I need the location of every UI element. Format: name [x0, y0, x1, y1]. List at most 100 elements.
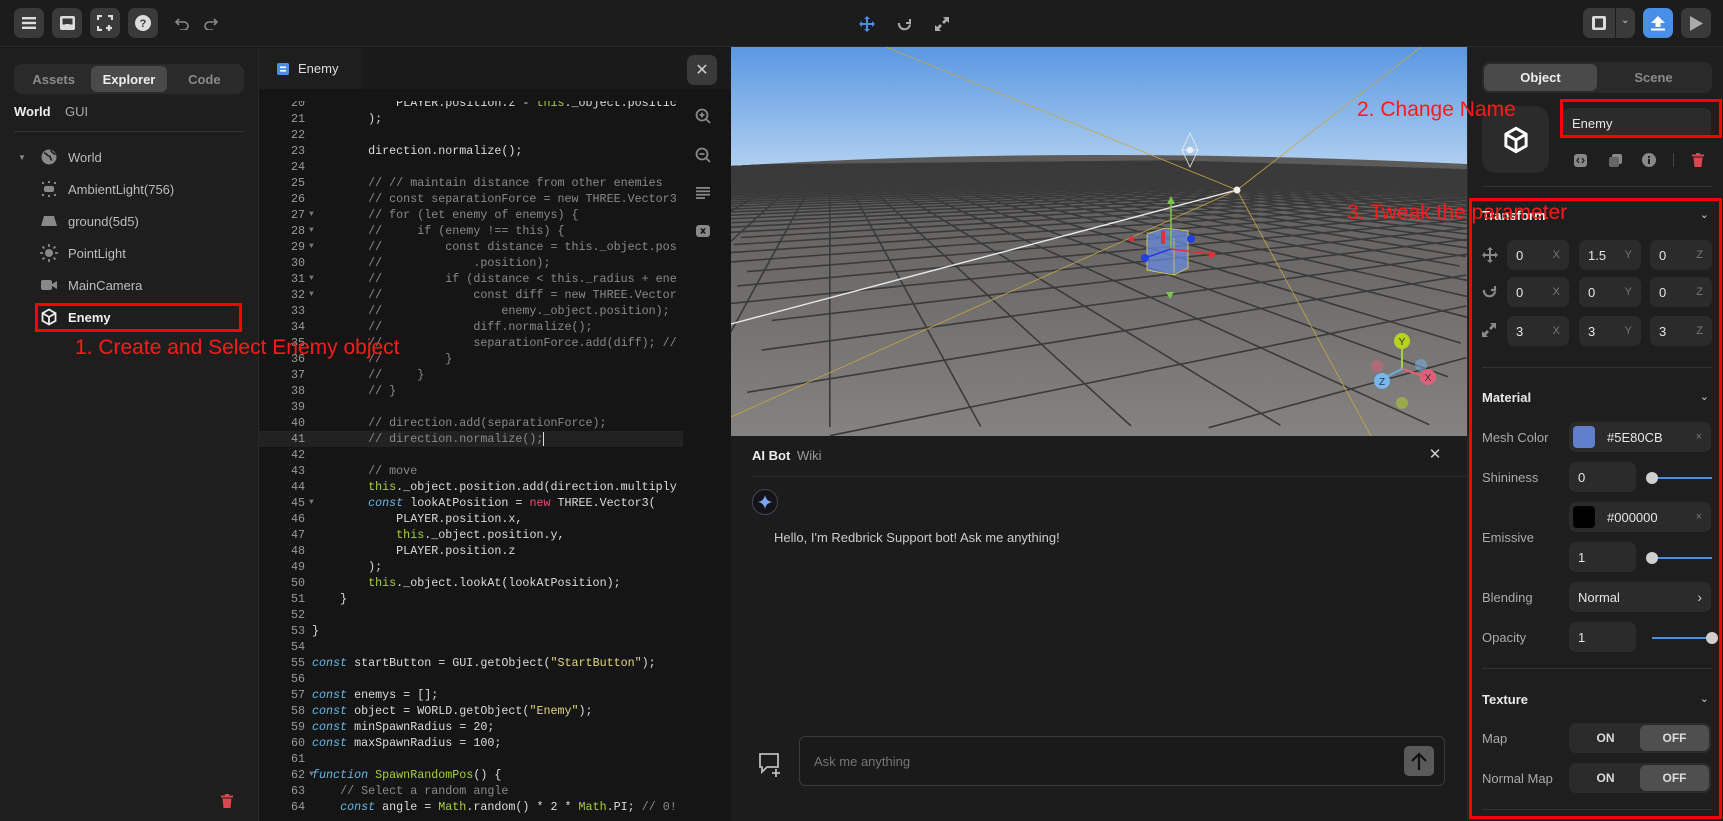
code-line[interactable]: 42	[259, 447, 683, 463]
code-line[interactable]: 45 ▼ const lookAtPosition = new THREE.Vec…	[259, 495, 683, 511]
code-line[interactable]: 22	[259, 127, 683, 143]
tree-item-point-light[interactable]: PointLight	[0, 239, 259, 267]
code-line[interactable]: 29 ▼ // const distance = this._object.pos	[259, 239, 683, 255]
code-line[interactable]: 56	[259, 671, 683, 687]
camera-helper[interactable]	[1233, 186, 1241, 194]
code-line[interactable]: 58 const object = WORLD.getObject("Enemy"…	[259, 703, 683, 719]
code-line[interactable]: 39	[259, 399, 683, 415]
subtab-gui[interactable]: GUI	[65, 104, 88, 119]
code-line[interactable]: 64 const angle = Math.random() * 2 * Mat…	[259, 799, 683, 815]
redo-button[interactable]	[202, 15, 220, 33]
code-line[interactable]: 20 PLAYER.position.z - this._object.posi…	[259, 101, 683, 111]
code-line[interactable]: 38 // }	[259, 383, 683, 399]
code-line[interactable]: 31 ▼ // if (distance < this._radius + ene	[259, 271, 683, 287]
rotate-tool-button[interactable]	[894, 14, 914, 34]
code-line[interactable]: 26 // const separationForce = new THREE.…	[259, 191, 683, 207]
code-text: const object = WORLD.getObject("Enemy");	[312, 704, 593, 718]
script-button[interactable]	[1572, 152, 1588, 168]
play-button[interactable]	[1681, 8, 1711, 38]
code-line[interactable]: 24	[259, 159, 683, 175]
tree-item-main-camera[interactable]: MainCamera	[0, 271, 259, 299]
code-line[interactable]: 49 );	[259, 559, 683, 575]
new-chat-button[interactable]	[756, 750, 784, 778]
tab-scene[interactable]: Scene	[1597, 64, 1710, 91]
publish-button[interactable]	[1643, 8, 1673, 38]
tab-code[interactable]: Code	[167, 66, 242, 92]
scale-tool-button[interactable]	[932, 14, 952, 34]
code-line[interactable]: 21 );	[259, 111, 683, 127]
tab-wiki[interactable]: Wiki	[797, 448, 822, 463]
code-line[interactable]: 33 // enemy._object.position);	[259, 303, 683, 319]
code-text: // }	[368, 368, 425, 382]
code-line[interactable]: 25 // // maintain distance from other en…	[259, 175, 683, 191]
code-text: // direction.add(separationForce);	[368, 416, 607, 430]
code-line[interactable]: 40 // direction.add(separationForce);	[259, 415, 683, 431]
zoom-in-button[interactable]	[692, 105, 714, 127]
zoom-out-button[interactable]	[692, 144, 714, 166]
close-editor-button[interactable]: ✕	[687, 55, 717, 85]
code-line[interactable]: 60 const maxSpawnRadius = 100;	[259, 735, 683, 751]
code-line[interactable]: 30 // .position);	[259, 255, 683, 271]
code-text: const angle = Math.random() * 2 * Math.P…	[340, 800, 677, 814]
line-number: 38	[290, 384, 305, 398]
move-tool-button[interactable]	[857, 14, 877, 34]
format-button[interactable]	[692, 182, 714, 204]
code-line[interactable]: 37 // }	[259, 367, 683, 383]
fullscreen-button[interactable]	[90, 8, 120, 38]
tree-label: World	[68, 149, 102, 165]
delete-button[interactable]	[218, 792, 236, 810]
subtab-world[interactable]: World	[14, 104, 51, 119]
code-line[interactable]: 62 ▼ function SpawnRandomPos() {	[259, 767, 683, 783]
tree-item-ambient-light[interactable]: AmbientLight(756)	[0, 175, 259, 203]
gizmo-label-z: Z	[1379, 377, 1385, 388]
code-line[interactable]: 41 // direction.normalize();	[259, 431, 683, 447]
code-line[interactable]: 53}	[259, 623, 683, 639]
code-line[interactable]: 44 this._object.position.add(direction.m…	[259, 479, 683, 495]
duplicate-button[interactable]	[1607, 152, 1623, 168]
tab-object[interactable]: Object	[1484, 64, 1597, 91]
code-line[interactable]: 23 direction.normalize();	[259, 143, 683, 159]
layout-dropdown[interactable]: ⌄	[1583, 8, 1635, 38]
code-line[interactable]: 50 this._object.lookAt(lookAtPosition);	[259, 575, 683, 591]
code-line[interactable]: 57 const enemys = [];	[259, 687, 683, 703]
undo-button[interactable]	[173, 15, 191, 33]
code-line[interactable]: 59 const minSpawnRadius = 20;	[259, 719, 683, 735]
code-line[interactable]: 27 ▼ // for (let enemy of enemys) {	[259, 207, 683, 223]
code-line[interactable]: 32 ▼ // const diff = new THREE.Vector	[259, 287, 683, 303]
code-line[interactable]: 51 }	[259, 591, 683, 607]
code-line[interactable]: 55 const startButton = GUI.getObject("Sta…	[259, 655, 683, 671]
code-line[interactable]: 61	[259, 751, 683, 767]
menu-button[interactable]	[14, 8, 44, 38]
tree-item-ground[interactable]: ground(5d5)	[0, 207, 259, 235]
delete-object-button[interactable]	[1690, 152, 1706, 168]
help-button[interactable]: ?	[128, 8, 158, 38]
code-line[interactable]: 52	[259, 607, 683, 623]
info-button[interactable]	[1641, 152, 1657, 168]
caret-down-icon[interactable]: ▼	[18, 153, 26, 162]
code-line[interactable]: 54	[259, 639, 683, 655]
code-line[interactable]: 48 PLAYER.position.z	[259, 543, 683, 559]
tree-item-world[interactable]: ▼ World	[0, 143, 259, 171]
code-text-area[interactable]: 20 PLAYER.position.z - this._object.posi…	[259, 101, 683, 821]
code-text: // if (enemy !== this) {	[368, 224, 565, 238]
inbox-button[interactable]	[52, 8, 82, 38]
chat-input[interactable]	[800, 737, 1340, 785]
clear-button[interactable]	[692, 220, 714, 242]
code-line[interactable]: 28 ▼ // if (enemy !== this) {	[259, 223, 683, 239]
code-text: // }	[368, 384, 397, 398]
code-text: // for (let enemy of enemys) {	[368, 208, 579, 222]
code-line[interactable]: 47 this._object.position.y,	[259, 527, 683, 543]
send-button[interactable]	[1404, 746, 1434, 776]
code-text: }	[312, 592, 348, 606]
code-line[interactable]: 63 // Select a random angle	[259, 783, 683, 799]
tab-enemy-script[interactable]: Enemy	[259, 48, 362, 89]
close-bot-button[interactable]: ✕	[1425, 444, 1445, 464]
tab-explorer[interactable]: Explorer	[91, 66, 167, 92]
annotation-step-2: 2. Change Name	[1357, 98, 1516, 121]
tab-ai-bot[interactable]: AI Bot	[752, 448, 790, 463]
code-line[interactable]: 43 // move	[259, 463, 683, 479]
code-line[interactable]: 34 // diff.normalize();	[259, 319, 683, 335]
code-line[interactable]: 46 PLAYER.position.x,	[259, 511, 683, 527]
trash-icon	[221, 794, 233, 808]
tab-assets[interactable]: Assets	[16, 66, 91, 92]
